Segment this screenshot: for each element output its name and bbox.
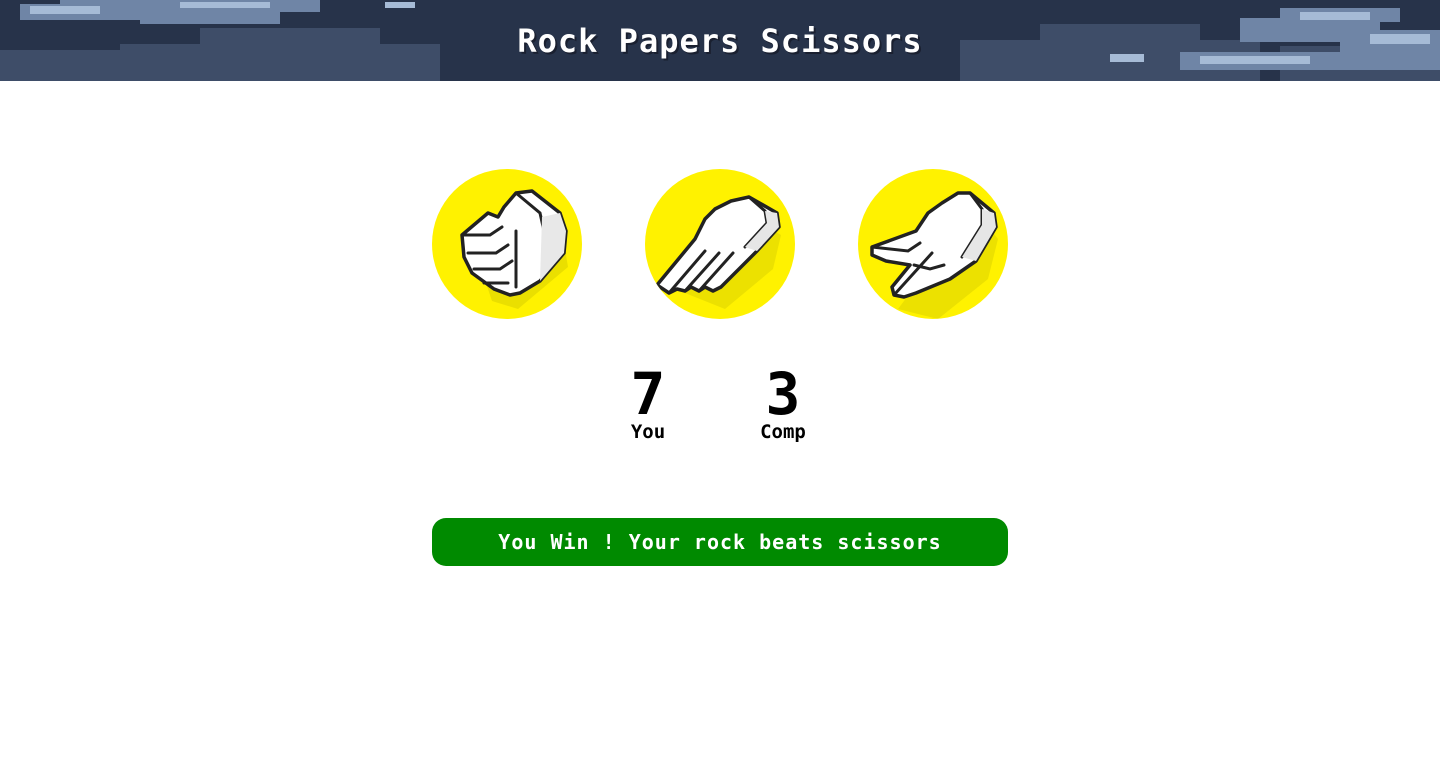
- computer-score: 3 Comp: [748, 360, 818, 443]
- page-title: Rock Papers Scissors: [517, 21, 923, 60]
- rock-button[interactable]: [432, 169, 582, 319]
- header: Rock Papers Scissors: [0, 0, 1440, 81]
- scissors-hand-icon: [870, 191, 998, 319]
- paper-button[interactable]: [645, 169, 795, 319]
- scoreboard: 7 You 3 Comp: [600, 360, 840, 446]
- computer-score-label: Comp: [760, 421, 806, 443]
- result-message: You Win ! Your rock beats scissors: [432, 518, 1008, 566]
- choices-row: [432, 169, 1008, 319]
- computer-score-value: 3: [765, 360, 801, 428]
- user-score: 7 You: [618, 360, 678, 443]
- user-score-label: You: [630, 421, 666, 443]
- paper-hand-icon: [655, 195, 781, 309]
- user-score-value: 7: [630, 360, 666, 428]
- rock-hand-icon: [460, 189, 568, 309]
- scissors-button[interactable]: [858, 169, 1008, 319]
